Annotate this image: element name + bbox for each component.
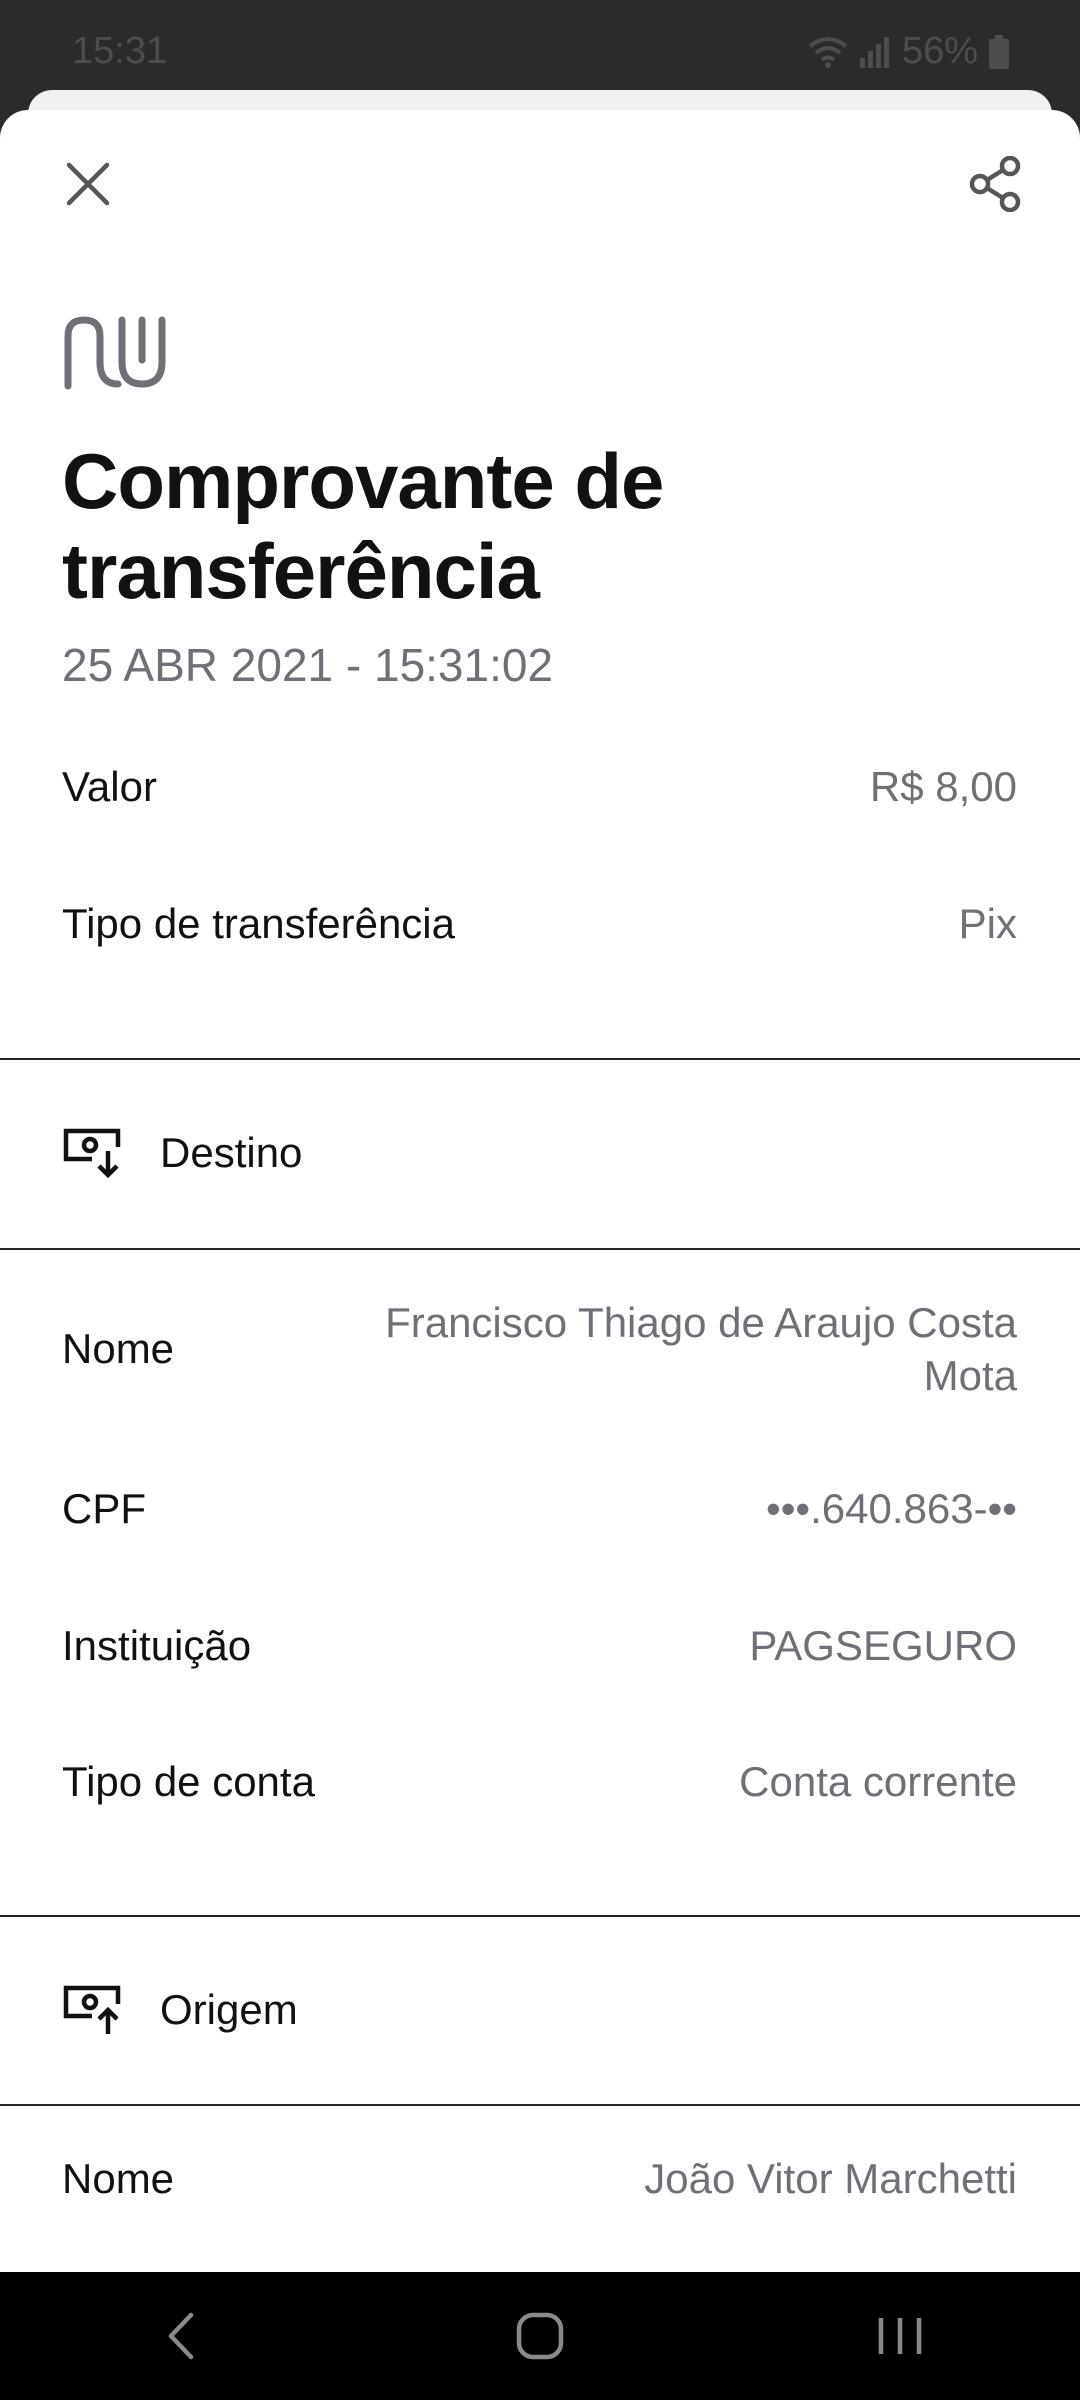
system-nav-bar [0, 2272, 1080, 2400]
divider [0, 1248, 1080, 1250]
nu-logo [62, 314, 168, 395]
detail-row-valor: Valor R$ 8,00 [62, 760, 1017, 813]
signal-icon [859, 36, 889, 68]
row-label: Nome [62, 2154, 175, 2202]
share-icon [969, 156, 1021, 212]
receipt-sheet: Comprovante de transferência 25 ABR 2021… [0, 110, 1080, 2272]
close-icon [66, 162, 110, 206]
row-label: Valor [62, 762, 157, 810]
section-destino: Destino [62, 1127, 302, 1179]
section-title: Destino [160, 1129, 303, 1176]
status-icons: 56% [808, 30, 1010, 73]
money-receive-icon [63, 1128, 121, 1179]
detail-row-instituicao: Instituição PAGSEGURO [62, 1619, 1017, 1672]
row-value: João Vitor Marchetti [644, 2155, 1017, 2202]
row-value: •••.640.863-•• [766, 1485, 1017, 1532]
row-label: Nome [62, 1325, 175, 1372]
transfer-date: 25 ABR 2021 - 15:31:02 [62, 639, 554, 691]
battery-icon [989, 34, 1009, 69]
battery-percent: 56% [901, 30, 978, 72]
share-button[interactable] [956, 144, 1036, 224]
status-time: 15:31 [72, 30, 168, 72]
back-icon [168, 2312, 194, 2360]
recents-icon [878, 2318, 922, 2354]
row-label: Tipo de conta [62, 1757, 315, 1805]
wifi-icon [808, 36, 848, 68]
row-value: PAGSEGURO [749, 1622, 1017, 1669]
detail-row-tipo: Tipo de transferência Pix [62, 897, 1017, 950]
row-value: Pix [958, 900, 1017, 947]
row-label: CPF [62, 1484, 146, 1532]
nav-recents-button[interactable] [840, 2286, 960, 2386]
nav-back-button[interactable] [120, 2286, 240, 2386]
row-label: Tipo de transferência [62, 899, 455, 947]
row-label: Instituição [62, 1621, 252, 1669]
close-button[interactable] [48, 144, 128, 224]
row-value: R$ 8,00 [869, 763, 1017, 810]
money-send-icon [63, 1985, 121, 2034]
divider [0, 1058, 1080, 1060]
home-icon [516, 2312, 564, 2360]
status-bar: 15:31 56% [0, 0, 1080, 92]
detail-row-nome-destino: Nome Francisco Thiago de Araujo Costa Mo… [62, 1296, 1017, 1402]
divider [0, 1915, 1080, 1917]
row-value: Francisco Thiago de Araujo Costa Mota [385, 1299, 1017, 1399]
detail-row-cpf: CPF •••.640.863-•• [62, 1482, 1017, 1535]
nav-home-button[interactable] [480, 2286, 600, 2386]
page-title: Comprovante de transferência [62, 437, 664, 615]
detail-row-nome-origem: Nome João Vitor Marchetti [62, 2152, 1017, 2205]
divider [0, 2104, 1080, 2106]
row-value: Conta corrente [739, 1758, 1017, 1805]
section-title: Origem [160, 1986, 298, 2033]
section-origem: Origem [62, 1984, 298, 2036]
detail-row-tipo-conta: Tipo de conta Conta corrente [62, 1755, 1017, 1808]
